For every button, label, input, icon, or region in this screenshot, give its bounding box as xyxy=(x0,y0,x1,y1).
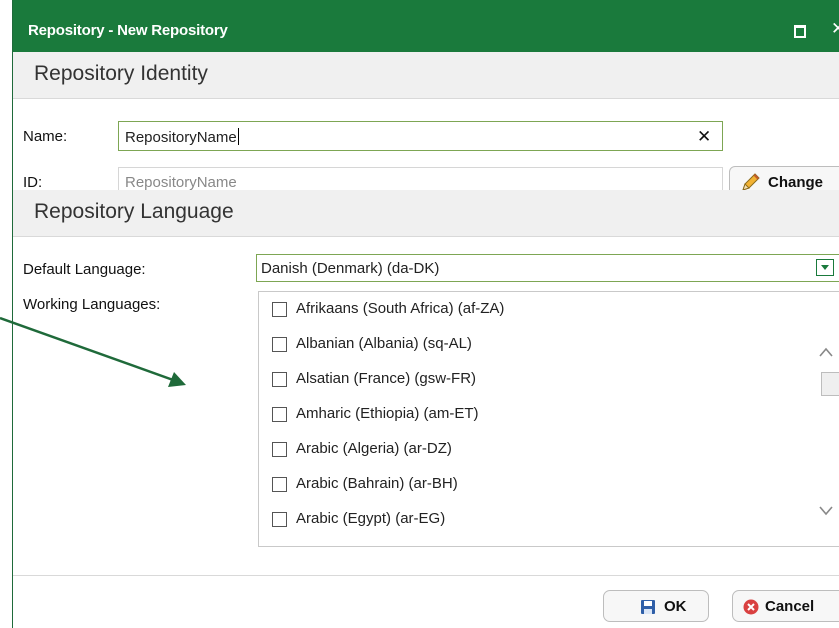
section-title-language: Repository Language xyxy=(34,200,234,223)
checkbox[interactable] xyxy=(272,477,287,492)
ok-button[interactable]: OK xyxy=(603,590,709,622)
window-title: Repository - New Repository xyxy=(28,22,228,39)
name-input-value: RepositoryName xyxy=(125,129,237,146)
list-item-label: Amharic (Ethiopia) (am-ET) xyxy=(296,405,479,422)
list-item-label: Arabic (Bahrain) (ar-BH) xyxy=(296,475,458,492)
clear-icon[interactable]: ✕ xyxy=(697,127,711,147)
name-label: Name: xyxy=(23,128,68,145)
checkbox[interactable] xyxy=(272,372,287,387)
working-languages-list[interactable]: Afrikaans (South Africa) (af-ZA) Albania… xyxy=(258,291,839,547)
id-label: ID: xyxy=(23,174,43,191)
new-repository-dialog: Repository - New Repository ✕ Repository… xyxy=(12,0,839,628)
working-languages-label: Working Languages: xyxy=(23,296,161,313)
name-input[interactable]: RepositoryName xyxy=(118,121,723,151)
section-title-identity: Repository Identity xyxy=(34,62,208,85)
section-header-language: Repository Language xyxy=(13,190,839,237)
ok-button-label: OK xyxy=(664,598,687,615)
list-item-label: Arabic (Algeria) (ar-DZ) xyxy=(296,440,452,457)
checkbox[interactable] xyxy=(272,302,287,317)
id-input-value: RepositoryName xyxy=(125,174,237,191)
scrollbar-thumb[interactable] xyxy=(821,372,839,396)
change-button-label: Change xyxy=(768,174,824,191)
maximize-icon[interactable] xyxy=(794,25,806,38)
close-icon[interactable]: ✕ xyxy=(831,19,839,39)
cancel-icon xyxy=(743,599,759,615)
list-item-label: Albanian (Albania) (sq-AL) xyxy=(296,335,472,352)
cancel-button-label: Cancel xyxy=(765,598,815,615)
cancel-button[interactable]: Cancel xyxy=(732,590,839,622)
chevron-down-icon[interactable] xyxy=(816,259,834,276)
scroll-up-icon[interactable] xyxy=(818,346,834,358)
list-item-label: Afrikaans (South Africa) (af-ZA) xyxy=(296,300,505,317)
default-language-select[interactable]: Danish (Denmark) (da-DK) xyxy=(256,254,839,282)
section-header-identity: Repository Identity xyxy=(13,52,839,99)
text-caret xyxy=(237,128,239,145)
list-item-label: Alsatian (France) (gsw-FR) xyxy=(296,370,477,387)
default-language-label: Default Language: xyxy=(23,261,146,278)
checkbox[interactable] xyxy=(272,337,287,352)
checkbox[interactable] xyxy=(272,407,287,422)
save-icon xyxy=(641,600,655,614)
list-item-label: Arabic (Egypt) (ar-EG) xyxy=(296,510,446,527)
checkbox[interactable] xyxy=(272,512,287,527)
footer-divider xyxy=(13,575,839,576)
checkbox[interactable] xyxy=(272,442,287,457)
title-bar[interactable]: Repository - New Repository ✕ xyxy=(13,0,839,52)
scroll-down-icon[interactable] xyxy=(818,505,834,517)
default-language-value: Danish (Denmark) (da-DK) xyxy=(261,260,440,277)
